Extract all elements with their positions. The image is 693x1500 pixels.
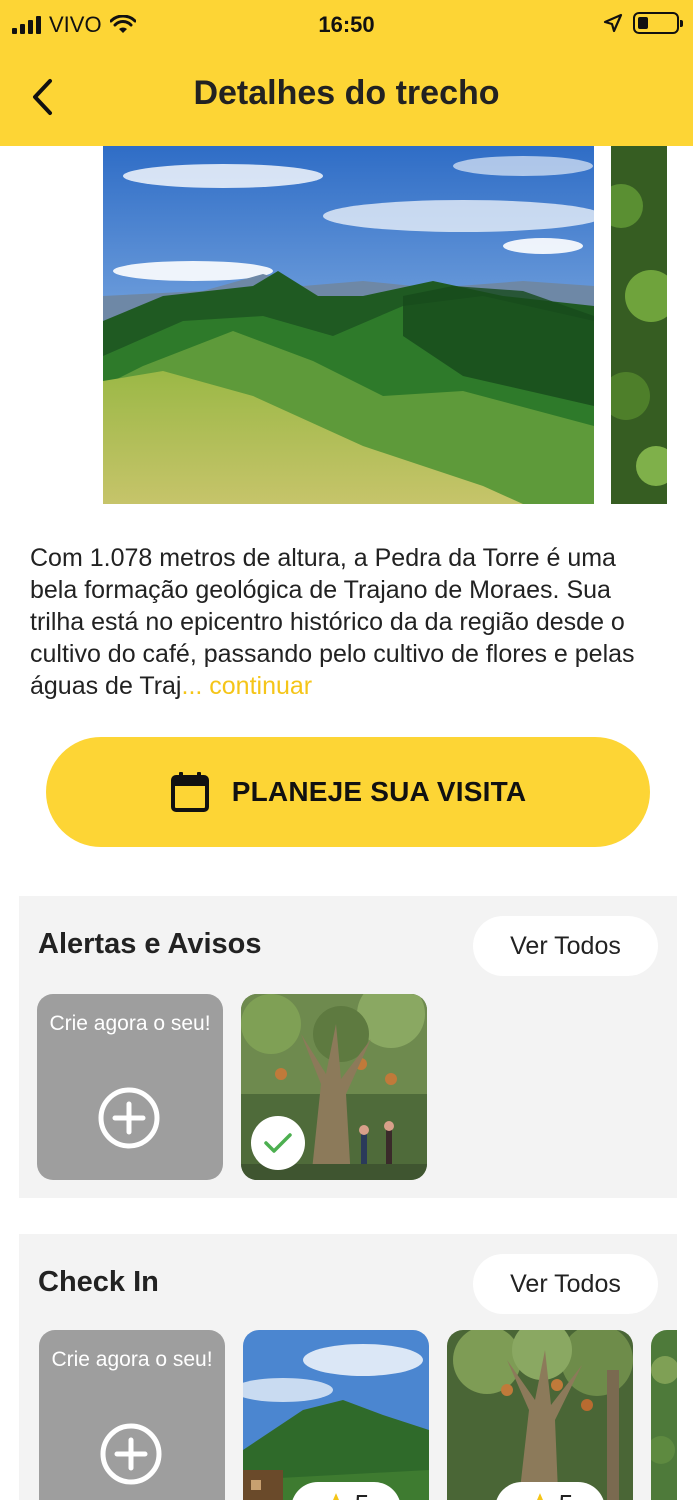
- plan-visit-button[interactable]: PLANEJE SUA VISITA: [46, 737, 650, 847]
- plan-visit-label: PLANEJE SUA VISITA: [231, 776, 527, 807]
- calendar-icon: [170, 772, 209, 812]
- trail-description: Com 1.078 metros de altura, a Pedra da T…: [30, 542, 666, 702]
- header: Detalhes do trecho: [0, 50, 693, 146]
- top-bar: VIVO 16:50 Detalhes do trecho: [0, 0, 693, 146]
- checkin-see-all-button[interactable]: Ver Todos: [473, 1254, 658, 1314]
- checkin-photo-card[interactable]: 5: [243, 1330, 429, 1500]
- page-title: Detalhes do trecho: [193, 74, 500, 112]
- location-arrow-icon: [603, 13, 623, 33]
- continue-link[interactable]: ... continuar: [182, 672, 313, 700]
- rating-badge: 5: [495, 1482, 605, 1500]
- mountain-photo: [243, 1330, 429, 1500]
- rating-badge: 5: [291, 1482, 401, 1500]
- approved-badge: [251, 1116, 305, 1170]
- alerts-see-all-button[interactable]: Ver Todos: [473, 916, 658, 976]
- checkin-section: Check In Ver Todos Crie agora o seu! 5: [19, 1234, 677, 1500]
- photo-gallery[interactable]: [0, 146, 693, 506]
- alerts-section: Alertas e Avisos Ver Todos Crie agora o …: [19, 896, 677, 1198]
- gallery-photo-next[interactable]: [611, 146, 667, 504]
- rating-value: 5: [559, 1489, 573, 1500]
- checkin-title: Check In: [38, 1266, 159, 1298]
- checkin-photo-card-next[interactable]: [651, 1330, 677, 1500]
- create-alert-label: Crie agora o seu!: [49, 1012, 211, 1035]
- tree-photo: [447, 1330, 633, 1500]
- clock: 16:50: [318, 12, 375, 37]
- forest-image: [611, 146, 667, 504]
- status-right: [603, 12, 683, 34]
- star-icon: [536, 1493, 543, 1500]
- description-text: Com 1.078 metros de altura, a Pedra da T…: [30, 544, 635, 700]
- create-alert-card[interactable]: Crie agora o seu!: [37, 994, 223, 1180]
- mountain-landscape-image: [103, 146, 594, 504]
- create-checkin-card[interactable]: Crie agora o seu!: [39, 1330, 225, 1500]
- star-icon: [332, 1493, 339, 1500]
- checkin-photo-card[interactable]: 5: [447, 1330, 633, 1500]
- status-bar: VIVO 16:50: [0, 0, 693, 50]
- gallery-photo-mountain[interactable]: [103, 146, 594, 504]
- alerts-title: Alertas e Avisos: [38, 928, 262, 960]
- check-icon: [264, 1133, 292, 1153]
- forest-photo: [651, 1330, 677, 1500]
- create-checkin-label: Crie agora o seu!: [51, 1348, 213, 1371]
- plus-circle-icon: [100, 1423, 162, 1485]
- plus-circle-icon: [98, 1087, 160, 1149]
- alert-photo-card[interactable]: [241, 994, 427, 1180]
- rating-value: 5: [355, 1489, 369, 1500]
- battery-icon: [633, 12, 683, 34]
